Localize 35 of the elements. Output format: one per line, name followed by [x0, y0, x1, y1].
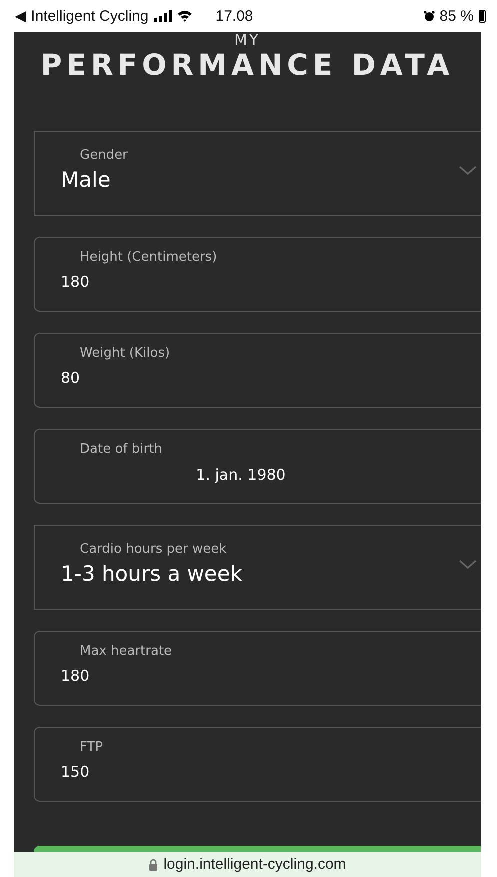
page-subtitle: MY: [233, 32, 262, 48]
field-label: FTP: [80, 740, 104, 755]
field-label: Max heartrate: [80, 644, 174, 659]
url-bar[interactable]: login.intelligent-cycling.com: [14, 852, 481, 877]
battery-percentage: 85 %: [440, 8, 474, 24]
chevron-down-icon: [459, 166, 477, 176]
page-title: PERFORMANCE DATA: [40, 48, 456, 82]
field-value: Male: [61, 168, 111, 192]
field-value: 180: [61, 667, 91, 685]
select-field[interactable]: Cardio hours per week 1-3 hours a week: [34, 525, 481, 610]
wifi-icon: [176, 10, 193, 22]
select-field[interactable]: Gender Male: [34, 131, 481, 216]
chevron-down-icon: [459, 560, 477, 570]
back-app-link[interactable]: ◀ Intelligent Cycling: [15, 7, 149, 25]
input-field[interactable]: FTP 150: [34, 727, 481, 802]
input-field[interactable]: Max heartrate 180: [34, 631, 481, 706]
field-value: 180: [61, 273, 91, 291]
lock-icon: [148, 858, 158, 870]
field-label: Gender: [80, 148, 129, 163]
alarm-icon: [424, 10, 435, 22]
field-value: 150: [61, 763, 91, 781]
field-label: Date of birth: [80, 442, 164, 457]
battery-icon: [479, 10, 486, 22]
date-field[interactable]: Date of birth 1. jan. 1980: [34, 429, 481, 504]
input-field[interactable]: Height (Centimeters) 180: [34, 237, 481, 312]
field-label: Height (Centimeters): [80, 250, 218, 265]
clock-time: 17.08: [216, 8, 254, 24]
field-label: Cardio hours per week: [80, 542, 228, 557]
url-text: login.intelligent-cycling.com: [164, 856, 346, 873]
input-field[interactable]: Weight (Kilos) 80: [34, 333, 481, 408]
signal-icon: [154, 10, 172, 22]
field-value: 1. jan. 1980: [195, 466, 287, 484]
field-label: Weight (Kilos): [80, 346, 172, 361]
field-value: 1-3 hours a week: [61, 562, 242, 586]
field-value: 80: [61, 369, 82, 387]
